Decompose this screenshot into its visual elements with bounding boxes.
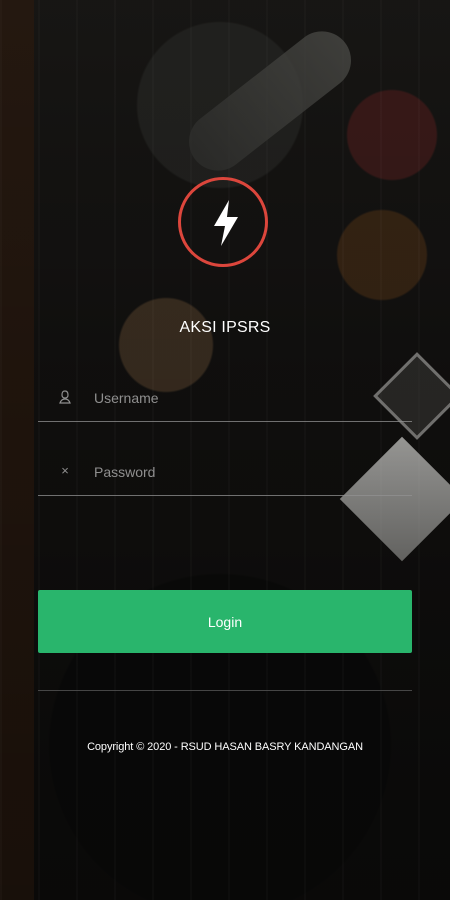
user-icon <box>58 389 72 405</box>
login-button[interactable]: Login <box>38 590 412 653</box>
copyright-text: Copyright © 2020 - RSUD HASAN BASRY KAND… <box>87 741 363 753</box>
username-input[interactable] <box>94 384 398 412</box>
app-title: AKSI IPSRS <box>179 319 271 336</box>
password-input[interactable] <box>94 458 398 486</box>
password-field[interactable]: × <box>38 455 412 496</box>
username-field[interactable] <box>38 381 412 422</box>
close-icon: × <box>61 463 69 478</box>
login-screen: AKSI IPSRS × Login Copyright © 2020 - RS… <box>0 0 450 900</box>
lightning-bolt-icon <box>214 200 238 246</box>
login-content: AKSI IPSRS × Login Copyright © 2020 - RS… <box>0 0 450 900</box>
footer-divider <box>38 690 412 691</box>
app-logo <box>178 177 268 267</box>
